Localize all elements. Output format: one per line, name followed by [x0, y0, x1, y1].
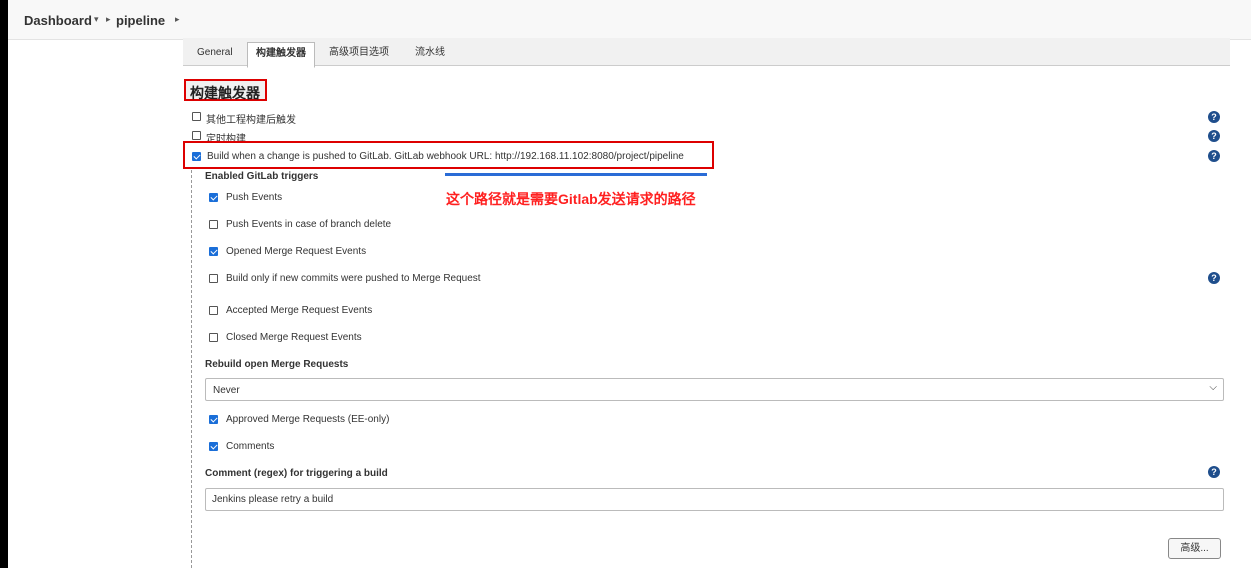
push-branch-delete-label: Push Events in case of branch delete: [226, 219, 392, 230]
breadcrumb-separator-icon: ▸: [106, 14, 111, 24]
accepted-mr-checkbox[interactable]: [209, 306, 218, 315]
gitlab-trigger-checkbox[interactable]: [192, 152, 201, 161]
chevron-down-icon[interactable]: ▾: [94, 14, 99, 25]
breadcrumb-pipeline[interactable]: pipeline: [116, 13, 165, 28]
section-title-box: 构建触发器: [184, 79, 267, 101]
build-new-commits-label: Build only if new commits were pushed to…: [226, 273, 481, 284]
tab-pipeline[interactable]: 流水线: [407, 42, 453, 66]
tab-build-triggers[interactable]: 构建触发器: [247, 42, 315, 68]
other-projects-label: 其他工程构建后触发: [206, 115, 296, 126]
rebuild-select[interactable]: Never ⌵: [205, 378, 1224, 401]
rebuild-select-value: Never: [213, 385, 240, 396]
annotation-underline: [445, 173, 707, 176]
rebuild-label: Rebuild open Merge Requests: [205, 359, 349, 370]
jenkins-config-page: Dashboard ▾ ▸ pipeline ▸ General 构建触发器 高…: [0, 0, 1251, 568]
approved-mr-checkbox[interactable]: [209, 415, 218, 424]
opened-mr-label: Opened Merge Request Events: [226, 246, 367, 257]
help-icon[interactable]: ?: [1208, 111, 1220, 123]
chevron-down-icon: ⌵: [1209, 382, 1217, 393]
closed-mr-checkbox[interactable]: [209, 333, 218, 342]
comment-regex-label: Comment (regex) for triggering a build: [205, 468, 388, 479]
annotation-text: 这个路径就是需要Gitlab发送请求的路径: [446, 191, 696, 207]
closed-mr-label: Closed Merge Request Events: [226, 332, 362, 343]
left-edge-bar: [0, 0, 8, 568]
breadcrumb-separator-icon[interactable]: ▸: [175, 14, 180, 25]
build-new-commits-checkbox[interactable]: [209, 274, 218, 283]
help-icon[interactable]: ?: [1208, 150, 1220, 162]
breadcrumb-dashboard[interactable]: Dashboard: [24, 13, 92, 28]
breadcrumb: Dashboard ▾ ▸ pipeline ▸: [8, 0, 1251, 40]
opened-mr-checkbox[interactable]: [209, 247, 218, 256]
other-projects-checkbox[interactable]: [192, 112, 201, 121]
gitlab-trigger-label: Build when a change is pushed to GitLab.…: [207, 151, 684, 162]
comments-checkbox[interactable]: [209, 442, 218, 451]
enabled-triggers-title: Enabled GitLab triggers: [205, 171, 319, 182]
advanced-button[interactable]: 高级...: [1168, 538, 1221, 559]
section-title: 构建触发器: [190, 85, 260, 101]
periodic-build-checkbox[interactable]: [192, 131, 201, 140]
nested-section-border: [191, 170, 192, 568]
comment-regex-input[interactable]: [205, 488, 1224, 511]
accepted-mr-label: Accepted Merge Request Events: [226, 305, 373, 316]
help-icon[interactable]: ?: [1208, 130, 1220, 142]
config-tabs: General 构建触发器 高级项目选项 流水线: [183, 38, 1230, 68]
tab-general[interactable]: General: [189, 42, 241, 66]
push-events-checkbox[interactable]: [209, 193, 218, 202]
push-branch-delete-checkbox[interactable]: [209, 220, 218, 229]
help-icon[interactable]: ?: [1208, 272, 1220, 284]
tab-advanced-project-options[interactable]: 高级项目选项: [321, 42, 397, 66]
approved-mr-label: Approved Merge Requests (EE-only): [226, 414, 390, 425]
push-events-label: Push Events: [226, 192, 283, 203]
help-icon[interactable]: ?: [1208, 466, 1220, 478]
comments-label: Comments: [226, 441, 275, 452]
